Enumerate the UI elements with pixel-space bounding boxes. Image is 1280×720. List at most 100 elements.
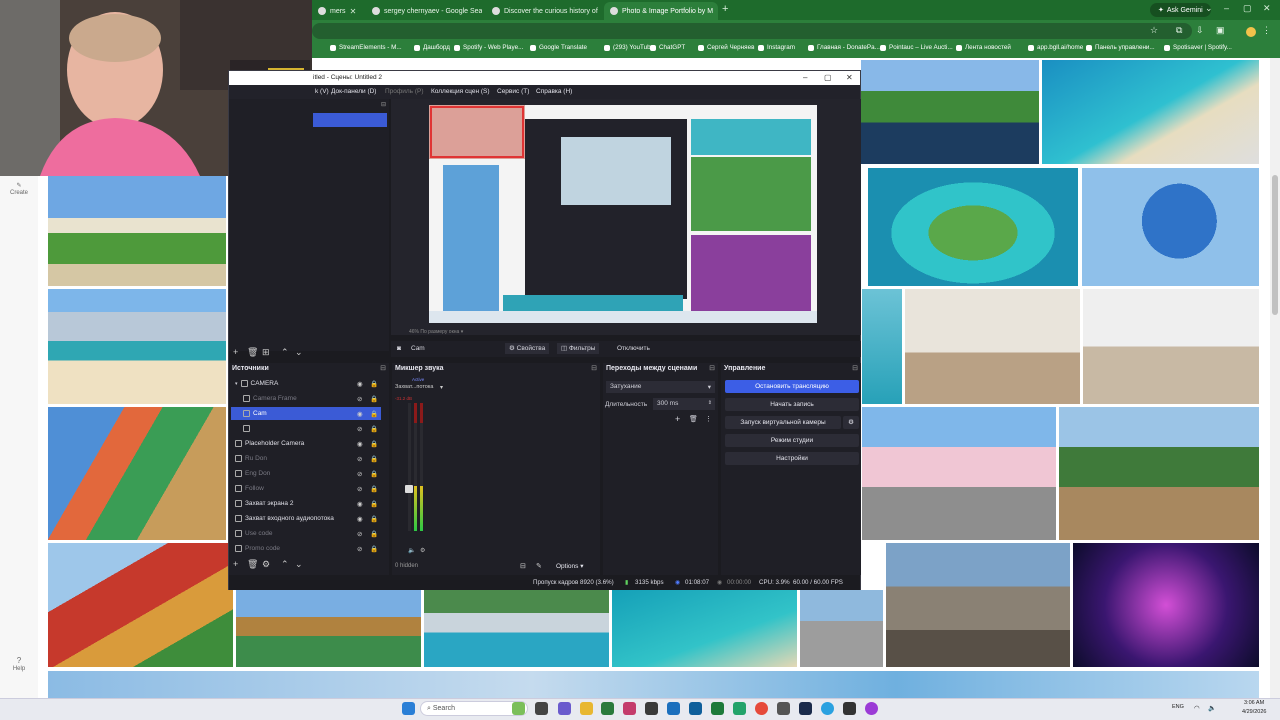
photo-theme-park[interactable]	[48, 407, 226, 540]
app-icon-6[interactable]	[689, 702, 702, 715]
photo-teal-strip[interactable]	[862, 289, 902, 404]
app-icon-8[interactable]	[733, 702, 746, 715]
source-item[interactable]: Follow ⊘ 🔒	[231, 482, 381, 495]
transition-menu-icon[interactable]: ⋮	[705, 415, 712, 423]
source-item[interactable]: Ru Don ⊘ 🔒	[231, 452, 381, 465]
lock-icon[interactable]: 🔒	[370, 500, 378, 508]
transition-remove-icon[interactable]: 🗑	[689, 415, 698, 423]
create-label[interactable]: Create	[4, 190, 34, 196]
browser-menu-icon[interactable]: ⋮	[1262, 25, 1271, 36]
profile-avatar[interactable]	[1246, 27, 1256, 37]
duration-input[interactable]: 300 ms ⇕	[653, 398, 715, 410]
folder-chevron-icon[interactable]: ▾	[235, 381, 238, 387]
properties-button[interactable]: ⚙ Свойства	[505, 343, 550, 354]
source-item[interactable]: Eng Don ⊘ 🔒	[231, 467, 381, 480]
volume-fader-handle[interactable]	[405, 485, 413, 493]
eye-icon[interactable]: ◉	[357, 380, 363, 388]
menu-tools[interactable]: Сервис (T)	[497, 88, 529, 95]
app-icon-7[interactable]	[711, 702, 724, 715]
page-scrollbar-thumb[interactable]	[1272, 175, 1278, 315]
photo-beach-park[interactable]	[48, 176, 226, 286]
tab-close-icon[interactable]: ✕	[717, 7, 718, 16]
widgets-icon[interactable]	[512, 702, 525, 715]
mixer-options-button[interactable]: Options ▾	[556, 562, 583, 570]
transitions-menu-icon[interactable]: ⊟	[709, 364, 715, 372]
source-item[interactable]: Захват входного аудиопотока ◉ 🔒	[231, 512, 381, 525]
bookmark-item[interactable]: Spotify - Web Playe...	[454, 44, 523, 51]
photo-garden[interactable]	[236, 590, 421, 667]
obs-maximize-icon[interactable]: ▢	[824, 71, 832, 85]
lock-icon[interactable]: 🔒	[370, 440, 378, 448]
preview-canvas[interactable]	[429, 105, 817, 323]
tab-close-icon[interactable]: ✕	[350, 7, 357, 16]
app-icon-5[interactable]	[667, 702, 680, 715]
address-bar[interactable]	[312, 23, 1192, 39]
source-item[interactable]: Захват экрана 2 ◉ 🔒	[231, 497, 381, 510]
lock-icon[interactable]: 🔒	[370, 515, 378, 523]
photo-airport-hall[interactable]	[905, 289, 1080, 404]
lock-icon[interactable]: 🔒	[370, 380, 378, 388]
photo-neon-cave[interactable]	[1073, 543, 1259, 667]
eye-hidden-icon[interactable]: ⊘	[357, 395, 362, 403]
minimize-icon[interactable]: –	[1224, 3, 1229, 13]
ask-gemini-button[interactable]: ✦ Ask Gemini	[1150, 3, 1211, 17]
source-item[interactable]: ▾ CAMERA ◉ 🔒	[231, 377, 381, 390]
photo-denver-zoo[interactable]	[1059, 407, 1259, 540]
maximize-icon[interactable]: ▢	[1243, 3, 1252, 14]
obs-close-icon[interactable]: ✕	[846, 71, 853, 85]
bookmark-item[interactable]: Google Translate	[530, 44, 587, 51]
extensions-icon[interactable]: ⧉	[1176, 25, 1182, 36]
steam-icon[interactable]	[799, 702, 812, 715]
download-icon[interactable]: ⇩	[1196, 25, 1204, 36]
app-icon-3[interactable]	[623, 702, 636, 715]
volume-fader-track[interactable]	[408, 403, 411, 531]
source-item[interactable]: Promo code ⊘ 🔒	[231, 542, 381, 555]
clock-time[interactable]: 3:06 AM	[1244, 700, 1264, 706]
create-icon[interactable]: ✎	[4, 182, 34, 189]
transition-add-icon[interactable]: +	[675, 414, 680, 424]
window-menu-icon[interactable]: ⌄	[1205, 3, 1213, 14]
bookmark-star-icon[interactable]: ☆	[1150, 25, 1158, 36]
controls-menu-icon[interactable]: ⊟	[852, 364, 858, 372]
speaker-icon[interactable]: 🔈	[1208, 704, 1216, 712]
source-item[interactable]: Camera Frame ⊘ 🔒	[231, 392, 381, 405]
mixer-layout-icon[interactable]: ⊟	[520, 562, 526, 570]
photo-beach[interactable]	[48, 289, 226, 404]
lock-icon[interactable]: 🔒	[370, 470, 378, 478]
obs-taskbar-icon[interactable]	[843, 702, 856, 715]
source-remove-icon[interactable]: 🗑	[247, 559, 258, 570]
lock-icon[interactable]: 🔒	[370, 395, 378, 403]
telegram-icon[interactable]	[821, 702, 834, 715]
studio-mode-button[interactable]: Режим студии	[725, 434, 859, 447]
page-scrollbar[interactable]	[1270, 58, 1280, 698]
source-down-icon[interactable]: ⌄	[295, 559, 303, 570]
mixer-link-icon[interactable]: ✎	[536, 562, 542, 570]
file-explorer-icon[interactable]	[580, 702, 593, 715]
scenes-dock-menu-icon[interactable]: ⊟	[381, 101, 386, 108]
chrome-icon[interactable]	[755, 702, 768, 715]
sidepanel-icon[interactable]: ▣	[1216, 25, 1225, 36]
menu-profile[interactable]: Профиль (P)	[385, 88, 424, 95]
stepper-icon[interactable]: ⇕	[708, 400, 712, 406]
mixer-menu-icon[interactable]: ⊟	[591, 364, 597, 372]
clock-date[interactable]: 4/29/2026	[1242, 709, 1266, 715]
eye-hidden-icon[interactable]: ⊘	[357, 455, 362, 463]
source-up-icon[interactable]: ⌃	[281, 559, 289, 570]
app-icon-2[interactable]	[601, 702, 614, 715]
photo-row-partial[interactable]	[48, 671, 1259, 698]
close-icon[interactable]: ✕	[1263, 3, 1271, 14]
mixer-settings-icon[interactable]: ⚙	[420, 547, 425, 554]
browser-tab[interactable]: mers ✕	[312, 2, 362, 20]
filters-button[interactable]: ◫ Фильтры	[557, 343, 600, 354]
wifi-icon[interactable]: ◠	[1194, 704, 1200, 712]
help-label[interactable]: Help	[4, 666, 34, 672]
menu-scene-collection[interactable]: Коллекция сцен (S)	[431, 88, 490, 95]
bookmark-item[interactable]: Pointauc – Live Aucti...	[880, 44, 953, 51]
settings-button[interactable]: Настройки	[725, 452, 859, 465]
help-icon[interactable]: ?	[4, 656, 34, 665]
lock-icon[interactable]: 🔒	[370, 485, 378, 493]
photo-aerial-beach[interactable]	[1042, 60, 1259, 164]
transition-select[interactable]: Затухание ▾	[606, 381, 715, 393]
bookmark-item[interactable]: app.bgll.ai/home	[1028, 44, 1083, 51]
photo-gallery[interactable]	[1083, 289, 1259, 404]
